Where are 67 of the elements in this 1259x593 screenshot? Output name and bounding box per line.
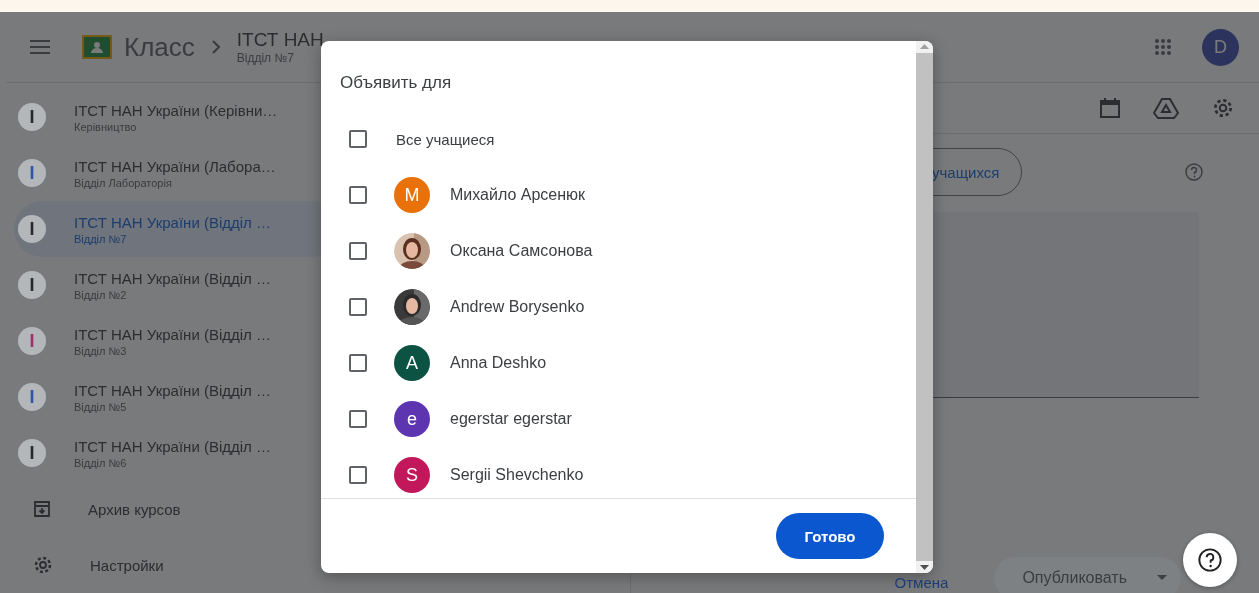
settings-icon[interactable] bbox=[32, 554, 54, 576]
course-item[interactable]: I ІТСТ НАН України (Відділ … Відділ №3 bbox=[14, 313, 340, 369]
student-avatar: M bbox=[394, 177, 430, 213]
help-icon bbox=[1198, 548, 1222, 572]
student-name: egerstar egerstar bbox=[450, 410, 572, 428]
archive-icon[interactable] bbox=[32, 499, 52, 519]
all-students-label: Все учащиеся bbox=[396, 130, 495, 148]
course-section: Керівництво bbox=[74, 120, 278, 133]
checkbox[interactable] bbox=[349, 466, 367, 484]
student-avatar: S bbox=[394, 457, 430, 493]
course-name: ІТСТ НАН України (Лабора… bbox=[74, 157, 276, 175]
chevron-icon bbox=[210, 40, 221, 54]
course-name: ІТСТ НАН України (Відділ … bbox=[74, 381, 272, 399]
course-section: Відділ №5 bbox=[74, 400, 272, 413]
course-section: Відділ Лабораторія bbox=[74, 176, 276, 189]
settings-icon[interactable] bbox=[1211, 96, 1235, 120]
course-initial: I bbox=[18, 215, 46, 243]
drive-icon[interactable] bbox=[1153, 97, 1179, 119]
course-initial: I bbox=[18, 439, 46, 467]
student-avatar: A bbox=[394, 345, 430, 381]
course-name: ІТСТ НАН України (Відділ … bbox=[74, 325, 272, 343]
sidebar-link[interactable]: Архив курсов bbox=[88, 500, 181, 518]
course-name: ІТСТ НАН України (Відділ … bbox=[74, 437, 272, 455]
student-avatar: e bbox=[394, 401, 430, 437]
account-avatar[interactable]: D bbox=[1202, 28, 1239, 66]
done-button[interactable]: Готово bbox=[776, 513, 884, 559]
student-name: Anna Deshko bbox=[450, 354, 547, 372]
course-initial: I bbox=[18, 383, 46, 411]
course-name: ІТСТ НАН України (Керівни… bbox=[74, 101, 278, 119]
student-name: Andrew Borysenko bbox=[450, 298, 585, 316]
course-item[interactable]: I ІТСТ НАН України (Керівни… Керівництво bbox=[14, 89, 340, 145]
checkbox[interactable] bbox=[349, 242, 367, 260]
course-title[interactable]: ІТСТ НАН bbox=[236, 29, 324, 51]
sidebar-link[interactable]: Настройки bbox=[90, 556, 164, 574]
checkbox[interactable] bbox=[349, 410, 367, 428]
checkbox[interactable] bbox=[349, 354, 367, 372]
course-item[interactable]: I ІТСТ НАН України (Відділ … Відділ №2 bbox=[14, 257, 340, 313]
course-section: Відділ №2 bbox=[74, 288, 272, 301]
course-section: Відділ №3 bbox=[74, 344, 272, 357]
classroom-logo-icon bbox=[82, 35, 112, 59]
app-name[interactable]: Класс bbox=[124, 31, 195, 63]
course-item[interactable]: I ІТСТ НАН України (Відділ … Відділ №5 bbox=[14, 369, 340, 425]
dialog-title: Объявить для bbox=[339, 72, 453, 94]
course-name: ІТСТ НАН України (Відділ … bbox=[74, 269, 272, 287]
cancel-button[interactable]: Отмена bbox=[888, 572, 955, 592]
menu-icon[interactable] bbox=[30, 40, 50, 54]
scrollbar[interactable] bbox=[916, 41, 933, 573]
calendar-icon[interactable] bbox=[1099, 97, 1121, 119]
checkbox[interactable] bbox=[349, 298, 367, 316]
course-initial: I bbox=[18, 103, 46, 131]
help-icon[interactable] bbox=[1185, 163, 1203, 181]
checkbox[interactable] bbox=[349, 186, 367, 204]
course-item[interactable]: I ІТСТ НАН України (Лабора… Відділ Лабораторія bbox=[14, 145, 340, 201]
help-button[interactable] bbox=[1183, 533, 1237, 587]
course-initial: I bbox=[18, 159, 46, 187]
course-name: ІТСТ НАН України (Відділ … bbox=[74, 213, 272, 231]
course-section: Відділ №7 bbox=[74, 232, 272, 245]
course-section: Відділ №6 bbox=[74, 456, 272, 469]
student-name: Михайло Арсенюк bbox=[450, 186, 586, 204]
student-name: Sergii Shevchenko bbox=[450, 466, 584, 484]
course-subtitle: Відділ №7 bbox=[236, 51, 295, 65]
apps-grid-icon[interactable] bbox=[1154, 38, 1172, 56]
checkbox[interactable] bbox=[349, 130, 367, 148]
course-initial: I bbox=[18, 327, 46, 355]
course-initial: I bbox=[18, 271, 46, 299]
course-item[interactable]: I ІТСТ НАН України (Відділ … Відділ №6 bbox=[14, 425, 340, 481]
student-name: Оксана Самсонова bbox=[450, 242, 593, 260]
